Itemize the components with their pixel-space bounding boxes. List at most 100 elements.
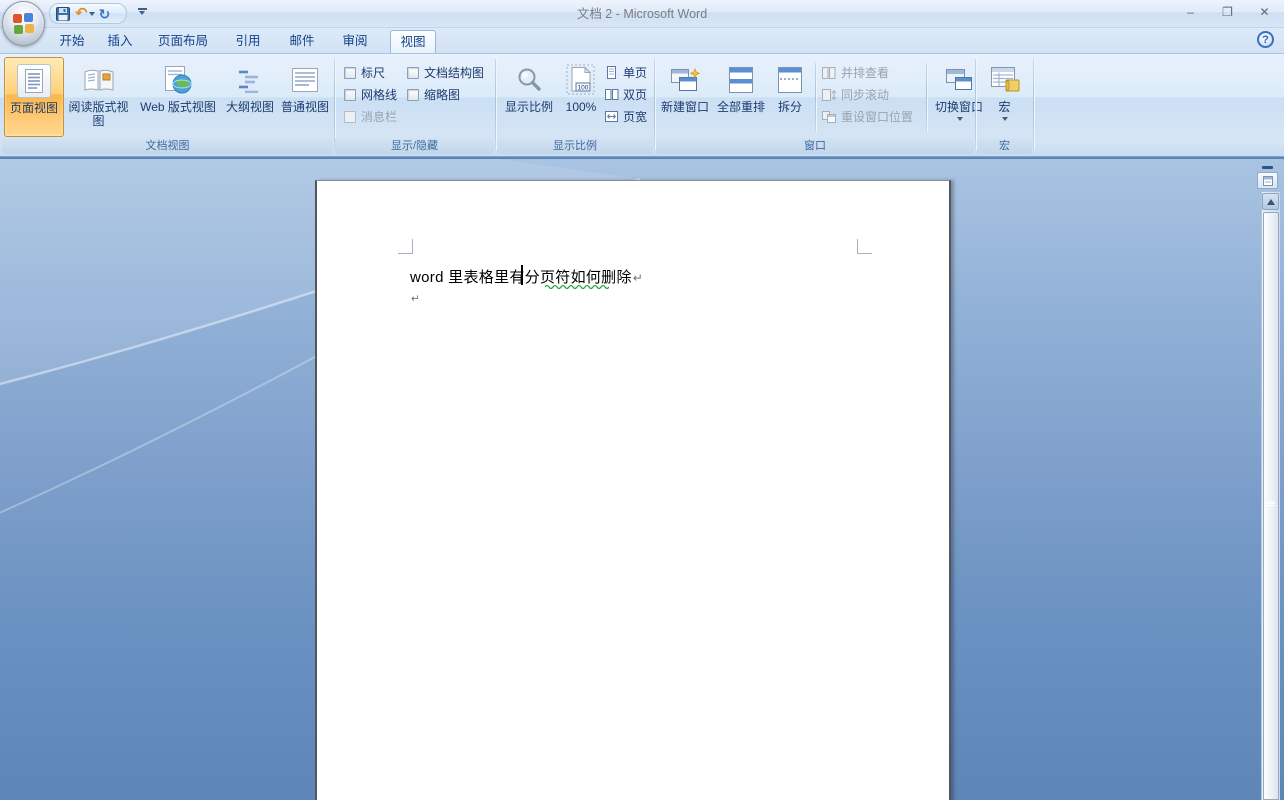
scroll-up-button[interactable] xyxy=(1262,193,1279,210)
draft-view-icon xyxy=(291,61,319,99)
text-cursor xyxy=(521,265,523,285)
split-button[interactable]: 拆分 xyxy=(770,57,810,137)
arrange-all-button[interactable]: 全部重排 xyxy=(714,57,768,137)
arrange-all-icon xyxy=(726,61,756,99)
ruler-toggle-icon xyxy=(1262,175,1273,186)
split-label: 拆分 xyxy=(777,100,802,114)
new-window-icon xyxy=(668,61,702,99)
tab-mailings[interactable]: 邮件 xyxy=(282,30,322,53)
full-screen-reading-icon xyxy=(82,61,116,99)
split-icon xyxy=(775,61,805,99)
full-screen-reading-button[interactable]: 阅读版式视图 xyxy=(65,57,132,137)
gridlines-label: 网格线 xyxy=(361,88,398,102)
undo-icon: ↶ xyxy=(75,4,88,22)
word-window: 文档 2 - Microsoft Word – ❐ ✕ ↶ ↻ 开始 插入 页面… xyxy=(0,0,1284,800)
page-width-button[interactable]: 页宽 xyxy=(604,108,647,125)
reset-window-position-label: 重设窗口位置 xyxy=(841,110,914,124)
one-page-button[interactable]: 单页 xyxy=(604,64,647,81)
save-icon xyxy=(56,6,70,21)
group-label-macros: 宏 xyxy=(977,138,1032,154)
chevron-down-icon xyxy=(1002,117,1008,124)
ruler-checkbox[interactable]: 标尺 xyxy=(344,64,385,81)
macros-icon xyxy=(989,61,1021,99)
draft-view-button[interactable]: 普通视图 xyxy=(278,57,332,137)
margin-mark xyxy=(412,239,413,254)
group-label-window: 窗口 xyxy=(656,138,974,154)
tab-insert[interactable]: 插入 xyxy=(100,30,140,53)
web-layout-label: Web 版式视图 xyxy=(140,100,216,114)
scrollbar-thumb[interactable] xyxy=(1262,212,1279,800)
window-controls: – ❐ ✕ xyxy=(1177,3,1278,21)
view-side-by-side-button: 并排查看 xyxy=(821,64,889,81)
print-layout-button[interactable]: 页面视图 xyxy=(4,57,64,137)
zoom-icon xyxy=(514,61,544,99)
tab-view[interactable]: 视图 xyxy=(390,30,436,53)
save-button[interactable] xyxy=(54,5,72,23)
zoom-button[interactable]: 显示比例 xyxy=(500,57,558,137)
sync-scrolling-label: 同步滚动 xyxy=(841,88,890,102)
undo-dropdown-icon[interactable] xyxy=(88,12,95,19)
scrollbar-grip-icon xyxy=(1266,501,1275,507)
message-bar-checkbox: 消息栏 xyxy=(344,108,397,125)
tab-home[interactable]: 开始 xyxy=(52,30,92,53)
zoom-100-icon: 100 xyxy=(566,61,596,99)
page-width-icon xyxy=(605,111,618,122)
outline-view-button[interactable]: 大纲视图 xyxy=(223,57,277,137)
document-map-label: 文档结构图 xyxy=(424,66,485,80)
thumbnails-checkbox[interactable]: 缩略图 xyxy=(407,86,460,103)
ribbon-tab-row: 开始 插入 页面布局 引用 邮件 审阅 视图 xyxy=(0,28,1284,53)
zoom-100-button[interactable]: 100 100% xyxy=(559,57,603,137)
undo-button[interactable]: ↶ xyxy=(74,5,96,23)
title-bar: 文档 2 - Microsoft Word – ❐ ✕ xyxy=(0,0,1284,28)
web-layout-button[interactable]: Web 版式视图 xyxy=(134,57,222,137)
office-logo-icon xyxy=(13,13,35,35)
checkbox-icon xyxy=(344,88,356,101)
outline-view-icon xyxy=(236,61,264,99)
sync-scrolling-icon xyxy=(822,88,837,101)
arrange-all-label: 全部重排 xyxy=(716,100,765,114)
reset-window-position-button: 重设窗口位置 xyxy=(821,108,913,125)
document-page[interactable]: word 里表格里有分页符如何删除↵ ↵ xyxy=(315,180,951,800)
tab-references[interactable]: 引用 xyxy=(228,30,268,53)
two-pages-label: 双页 xyxy=(623,88,648,102)
minimize-button[interactable]: – xyxy=(1177,3,1204,21)
help-button[interactable]: ? xyxy=(1257,31,1274,48)
tab-review[interactable]: 审阅 xyxy=(335,30,375,53)
view-side-by-side-icon xyxy=(822,66,836,79)
group-show-hide: 标尺 网格线 消息栏 文档结构图 缩略图 显示/隐藏 xyxy=(335,55,496,154)
gridlines-checkbox[interactable]: 网格线 xyxy=(344,86,397,103)
macros-button[interactable]: 宏 xyxy=(981,57,1028,137)
ruler-toggle-button[interactable] xyxy=(1257,172,1278,189)
close-button[interactable]: ✕ xyxy=(1251,3,1278,21)
group-label-document-views: 文档视图 xyxy=(2,138,333,154)
group-label-zoom: 显示比例 xyxy=(497,138,653,154)
redo-button[interactable]: ↻ xyxy=(98,5,112,23)
group-window: 新建窗口 全部重排 拆分 并排查看 同步滚动 重设窗口位置 切换窗口 窗口 xyxy=(656,55,983,154)
zoom-label: 显示比例 xyxy=(504,100,553,114)
reset-window-position-icon xyxy=(822,110,836,123)
window-title: 文档 2 - Microsoft Word xyxy=(576,7,708,21)
restore-button[interactable]: ❐ xyxy=(1214,3,1241,21)
office-button[interactable] xyxy=(2,1,45,46)
draft-view-label: 普通视图 xyxy=(280,100,329,114)
two-pages-button[interactable]: 双页 xyxy=(604,86,647,103)
checkbox-icon xyxy=(344,66,356,79)
new-window-button[interactable]: 新建窗口 xyxy=(658,57,712,137)
customize-qat-button[interactable] xyxy=(134,6,150,22)
split-handle[interactable] xyxy=(1262,166,1273,169)
quick-access-toolbar: ↶ ↻ xyxy=(49,3,127,24)
tab-page-layout[interactable]: 页面布局 xyxy=(150,30,216,53)
customize-qat-icon xyxy=(137,8,147,10)
switch-windows-label: 切换窗口 xyxy=(934,100,983,114)
ribbon: 页面视图 阅读版式视图 Web 版式视图 大纲视图 普通视图 文档视图 标尺 网… xyxy=(0,53,1284,157)
group-zoom: 显示比例 100 100% 单页 双页 页宽 显示比例 xyxy=(497,55,655,154)
one-page-label: 单页 xyxy=(623,66,648,80)
document-map-checkbox[interactable]: 文档结构图 xyxy=(407,64,484,81)
paragraph-mark: ↵ xyxy=(411,293,420,305)
macros-label: 宏 xyxy=(998,100,1011,114)
print-layout-label: 页面视图 xyxy=(9,101,58,115)
new-window-label: 新建窗口 xyxy=(660,100,709,114)
outline-view-label: 大纲视图 xyxy=(225,100,274,114)
sync-scrolling-button: 同步滚动 xyxy=(821,86,889,103)
chevron-down-icon xyxy=(956,117,963,124)
